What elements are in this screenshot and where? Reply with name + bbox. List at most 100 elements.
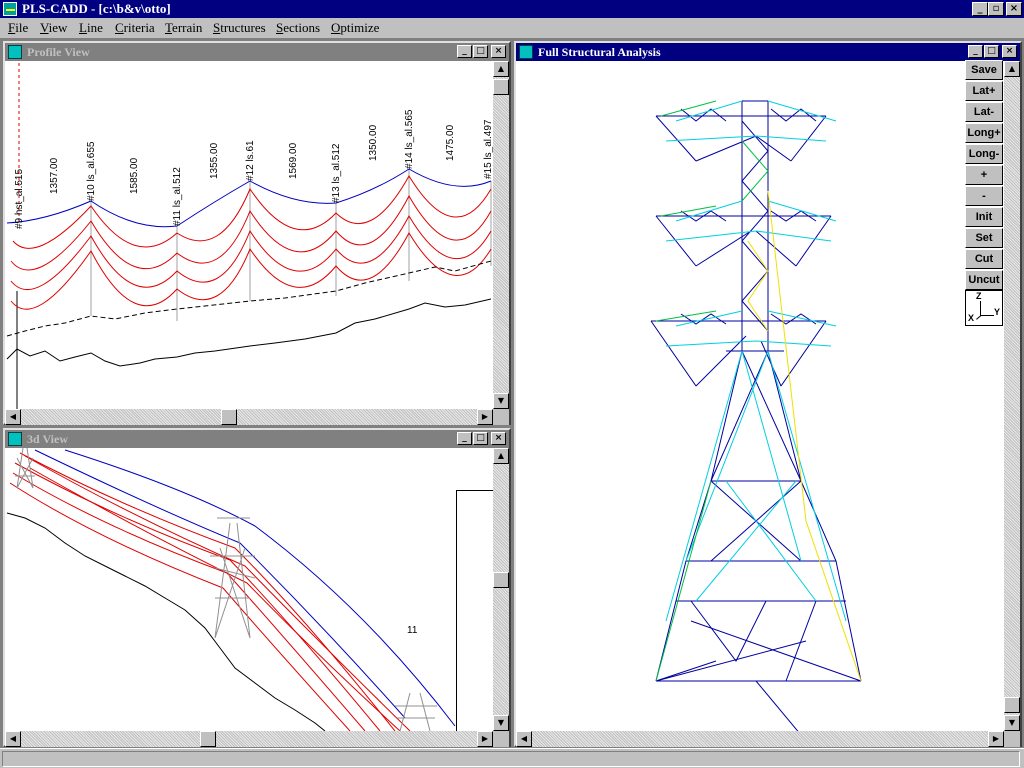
3d-shield-wire <box>34 449 406 719</box>
3d-vscroll-thumb[interactable] <box>493 572 509 588</box>
3d-hscroll-thumb[interactable] <box>200 731 216 747</box>
menu-terrain[interactable]: Terrain <box>165 18 202 38</box>
3d-maximize-button[interactable]: □ <box>473 432 488 445</box>
scroll-up-arrow-icon[interactable]: ▲ <box>493 61 509 77</box>
profile-hscroll-thumb[interactable] <box>221 409 237 425</box>
close-button[interactable]: × <box>1006 2 1022 16</box>
axis-x-label: X <box>968 313 975 323</box>
menu-file[interactable]: File <box>8 18 28 38</box>
clearance-line <box>6 260 492 337</box>
scroll-right-arrow-icon[interactable]: ▶ <box>477 731 493 747</box>
axis-y-label: Y <box>994 307 1001 317</box>
menu-structures[interactable]: Structures <box>213 18 266 38</box>
menu-view[interactable]: View <box>40 18 67 38</box>
structural-analysis-window[interactable]: Full Structural Analysis _ □ × ▲ ▼ ◀ ▶ <box>514 41 1022 747</box>
resize-grip-icon[interactable] <box>493 409 509 425</box>
profile-maximize-button[interactable]: □ <box>473 45 488 58</box>
restore-button[interactable]: ▫ <box>988 2 1004 16</box>
profile-vscrollbar[interactable]: ▲ ▼ <box>493 61 509 409</box>
status-panel <box>2 751 1020 767</box>
uncut-button[interactable]: Uncut <box>965 270 1003 290</box>
scroll-left-arrow-icon[interactable]: ◀ <box>516 731 532 747</box>
profile-view-titlebar[interactable]: Profile View _ □ × <box>5 43 509 61</box>
structural-analysis-titlebar[interactable]: Full Structural Analysis _ □ × <box>516 43 1020 61</box>
tower-model <box>650 100 862 731</box>
span-label: 1585.00 <box>129 157 140 194</box>
mdi-workspace: Profile View _ □ × #9 hst_al.515 #10 ls_… <box>0 38 1024 748</box>
profile-view-icon <box>8 45 22 59</box>
status-bar <box>0 748 1024 768</box>
init-button[interactable]: Init <box>965 207 1003 227</box>
3d-view-icon <box>8 432 22 446</box>
ground-profile <box>6 298 492 367</box>
profile-view-title: Profile View <box>27 45 90 59</box>
zoom-in-button[interactable]: + <box>965 165 1003 185</box>
menu-sections[interactable]: Sections <box>276 18 320 38</box>
conductors <box>10 175 492 310</box>
scroll-up-arrow-icon[interactable]: ▲ <box>493 448 509 464</box>
scroll-down-arrow-icon[interactable]: ▼ <box>493 393 509 409</box>
menu-bar: File View Line Criteria Terrain Structur… <box>0 18 1024 38</box>
structure-label: #14 ls_al.565 <box>404 109 415 169</box>
profile-close-button[interactable]: × <box>491 45 506 58</box>
span-label: 1355.00 <box>209 142 220 179</box>
structural-maximize-button[interactable]: □ <box>984 45 999 58</box>
app-icon[interactable] <box>3 2 17 16</box>
3d-view-titlebar[interactable]: 3d View _ □ × <box>5 430 509 448</box>
minimize-button[interactable]: _ <box>972 2 988 16</box>
structural-vscrollbar[interactable]: ▲ ▼ <box>1004 61 1020 731</box>
structure-label: #9 hst_al.515 <box>14 169 25 229</box>
save-button[interactable]: Save <box>965 60 1003 80</box>
lat-minus-button[interactable]: Lat- <box>965 102 1003 122</box>
structure-label: #12 ls.61 <box>245 140 256 181</box>
3d-minimize-button[interactable]: _ <box>457 432 472 445</box>
long-plus-button[interactable]: Long+ <box>965 123 1003 143</box>
axis-z-label: Z <box>976 291 982 301</box>
menu-line[interactable]: Line <box>79 18 103 38</box>
profile-hscrollbar[interactable]: ◀ ▶ <box>5 409 493 425</box>
structural-analysis-title: Full Structural Analysis <box>538 45 661 59</box>
structural-vscroll-thumb[interactable] <box>1004 697 1020 713</box>
profile-vscroll-thumb[interactable] <box>493 79 509 95</box>
3d-view-window[interactable]: 3d View _ □ × 11 ▲ ▼ ◀ ▶ <box>3 428 511 747</box>
scroll-left-arrow-icon[interactable]: ◀ <box>5 409 21 425</box>
3d-close-button[interactable]: × <box>491 432 506 445</box>
structure-label: #13 ls_al.512 <box>331 143 342 203</box>
long-minus-button[interactable]: Long- <box>965 144 1003 164</box>
3d-marker-label: 11 <box>407 625 418 636</box>
scroll-up-arrow-icon[interactable]: ▲ <box>1004 61 1020 77</box>
scroll-down-arrow-icon[interactable]: ▼ <box>493 715 509 731</box>
3d-view-title: 3d View <box>27 432 69 446</box>
zoom-out-button[interactable]: - <box>965 186 1003 206</box>
span-label: 1357.00 <box>49 157 60 194</box>
profile-canvas[interactable]: #9 hst_al.515 #10 ls_al.655 #11 ls_al.51… <box>5 61 493 409</box>
span-label: 1475.00 <box>445 124 456 161</box>
scroll-right-arrow-icon[interactable]: ▶ <box>988 731 1004 747</box>
axis-triad-icon: Z X Y <box>965 290 1003 326</box>
structural-hscrollbar[interactable]: ◀ ▶ <box>516 731 1004 747</box>
structure-label: #10 ls_al.655 <box>86 141 97 201</box>
structural-canvas[interactable] <box>516 61 1004 731</box>
structural-toolbar: Save Lat+ Lat- Long+ Long- + - Init Set … <box>965 60 1003 328</box>
3d-vscrollbar[interactable]: ▲ ▼ <box>493 448 509 731</box>
menu-optimize[interactable]: Optimize <box>331 18 379 38</box>
scroll-right-arrow-icon[interactable]: ▶ <box>477 409 493 425</box>
3d-side-panel <box>456 490 494 733</box>
scroll-down-arrow-icon[interactable]: ▼ <box>1004 715 1020 731</box>
scroll-left-arrow-icon[interactable]: ◀ <box>5 731 21 747</box>
lat-plus-button[interactable]: Lat+ <box>965 81 1003 101</box>
structure-label: #15 ls_al.497 <box>483 119 493 179</box>
structural-minimize-button[interactable]: _ <box>968 45 983 58</box>
cut-button[interactable]: Cut <box>965 249 1003 269</box>
profile-minimize-button[interactable]: _ <box>457 45 472 58</box>
structural-close-button[interactable]: × <box>1002 45 1017 58</box>
menu-criteria[interactable]: Criteria <box>115 18 155 38</box>
3d-canvas[interactable]: 11 <box>5 448 493 731</box>
resize-grip-icon[interactable] <box>1004 731 1020 747</box>
structure-label: #11 ls_al.512 <box>172 167 183 226</box>
set-button[interactable]: Set <box>965 228 1003 248</box>
3d-conductors <box>9 452 411 731</box>
profile-view-window[interactable]: Profile View _ □ × #9 hst_al.515 #10 ls_… <box>3 41 511 425</box>
3d-hscrollbar[interactable]: ◀ ▶ <box>5 731 493 747</box>
resize-grip-icon[interactable] <box>493 731 509 747</box>
